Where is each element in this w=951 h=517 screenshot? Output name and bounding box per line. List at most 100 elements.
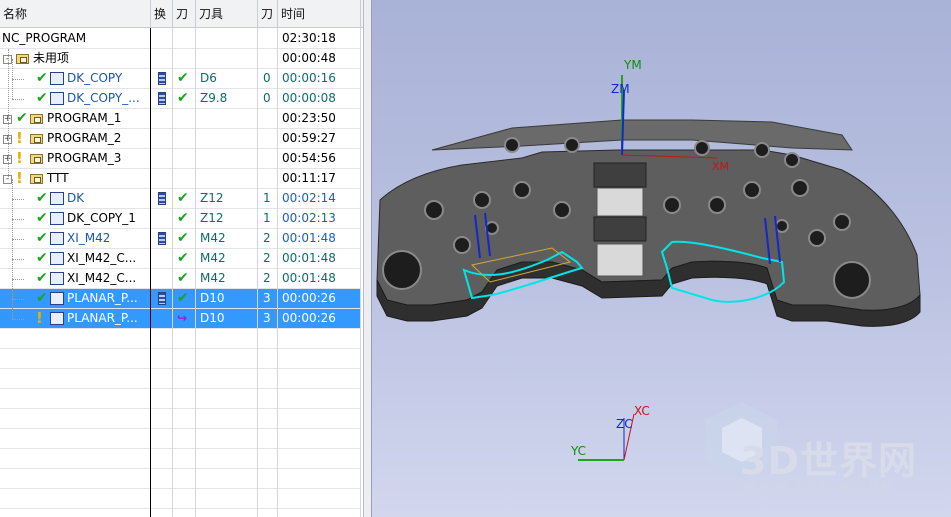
- tree-connector: [12, 239, 24, 240]
- col-tool-number[interactable]: 刀: [258, 0, 278, 28]
- row-name: PROGRAM_1: [47, 111, 122, 125]
- watermark-url: WWW.3DSJW.COM: [744, 480, 896, 493]
- toolpath-ok-icon: ✔: [177, 270, 189, 286]
- row-time: 00:02:14: [282, 191, 336, 205]
- row-tool: Z12: [200, 211, 224, 225]
- operation-row[interactable]: ! PLANAR_P... ↪ D10 3 00:00:26: [0, 309, 361, 329]
- row-tool-number: 3: [263, 311, 271, 325]
- toolpath-ok-icon: ✔: [177, 230, 189, 246]
- axis-label-ym: YM: [624, 58, 642, 72]
- operation-row[interactable]: ✔ DK_COPY_... ✔ Z9.8 0 00:00:08: [0, 89, 361, 109]
- root-row[interactable]: NC_PROGRAM 02:30:18: [0, 29, 361, 49]
- tool-change-icon: [158, 192, 166, 205]
- tree-connector: [8, 49, 9, 179]
- tree-connector: [12, 79, 24, 80]
- pane-splitter[interactable]: [363, 0, 372, 517]
- row-tool: D6: [200, 71, 217, 85]
- row-tool-number: 3: [263, 291, 271, 305]
- program-group-row[interactable]: -! TTT 00:11:17: [0, 169, 361, 189]
- status-complete-icon: ✔: [36, 250, 48, 266]
- axis-label-yc: YC: [571, 444, 587, 458]
- operation-type-icon: [50, 312, 64, 325]
- row-name: XI_M42_C...: [67, 251, 137, 265]
- status-complete-icon: ✔: [36, 290, 48, 306]
- empty-row: [0, 449, 361, 469]
- operation-row[interactable]: ✔ XI_M42_C... ✔ M42 2 00:01:48: [0, 249, 361, 269]
- operation-row[interactable]: ✔ XI_M42_C... ✔ M42 2 00:01:48: [0, 269, 361, 289]
- row-name: DK_COPY_...: [67, 91, 140, 105]
- program-group-row[interactable]: +! PROGRAM_3 00:54:56: [0, 149, 361, 169]
- tool-change-icon: [158, 292, 166, 305]
- program-folder-icon: [30, 134, 43, 144]
- tree-connector: [12, 319, 24, 320]
- row-name: DK_COPY_1: [67, 211, 136, 225]
- operation-row[interactable]: ✔ DK_COPY ✔ D6 0 00:00:16: [0, 69, 361, 89]
- row-name: XI_M42: [67, 231, 111, 245]
- row-time: 00:00:26: [282, 311, 336, 325]
- tool-change-icon: [158, 72, 166, 85]
- status-regenerate-icon: !: [16, 169, 23, 187]
- row-tool: D10: [200, 311, 225, 325]
- program-group-row[interactable]: - 未用项 00:00:48: [0, 49, 361, 69]
- row-tool-number: 0: [263, 91, 271, 105]
- row-name: PLANAR_P...: [67, 311, 138, 325]
- row-time: 00:00:26: [282, 291, 336, 305]
- col-tool-path[interactable]: 刀: [173, 0, 196, 28]
- tree-connector: [12, 259, 24, 260]
- part-model[interactable]: [376, 119, 921, 327]
- program-folder-icon: [16, 54, 29, 64]
- row-time: 00:59:27: [282, 131, 336, 145]
- row-name: DK_COPY: [67, 71, 123, 85]
- operation-type-icon: [50, 192, 64, 205]
- axis-label-xc: XC: [634, 404, 650, 418]
- row-tool: M42: [200, 231, 226, 245]
- col-name[interactable]: 名称: [0, 0, 151, 28]
- col-tool-change[interactable]: 换: [151, 0, 173, 28]
- graphics-viewport[interactable]: YM ZM XM XC ZC YC 3D世界网 WWW.3DSJW.COM: [372, 0, 951, 517]
- operation-row[interactable]: ✔ XI_M42 ✔ M42 2 00:01:48: [0, 229, 361, 249]
- operation-row[interactable]: ✔ DK ✔ Z12 1 00:02:14: [0, 189, 361, 209]
- status-complete-icon: ✔: [36, 270, 48, 286]
- toolpath-ok-icon: ✔: [177, 210, 189, 226]
- row-time: 00:01:48: [282, 251, 336, 265]
- operation-type-icon: [50, 232, 64, 245]
- status-regenerate-icon: !: [16, 129, 23, 147]
- operation-row[interactable]: ✔ DK_COPY_1 ✔ Z12 1 00:02:13: [0, 209, 361, 229]
- operation-type-icon: [50, 212, 64, 225]
- row-name: PROGRAM_3: [47, 151, 122, 165]
- toolpath-ok-icon: ✔: [177, 290, 189, 306]
- row-tool-number: 1: [263, 191, 271, 205]
- row-tool: M42: [200, 271, 226, 285]
- status-complete-icon: ✔: [36, 230, 48, 246]
- row-name: XI_M42_C...: [67, 271, 137, 285]
- tool-change-icon: [158, 92, 166, 105]
- row-name: DK: [67, 191, 85, 205]
- empty-row: [0, 469, 361, 489]
- row-name: PROGRAM_2: [47, 131, 122, 145]
- row-name: TTT: [47, 171, 69, 185]
- col-tool[interactable]: 刀具: [196, 0, 258, 28]
- empty-row: [0, 329, 361, 349]
- program-group-row[interactable]: + ✔ PROGRAM_1 00:23:50: [0, 109, 361, 129]
- status-complete-icon: ✔: [36, 90, 48, 106]
- row-time: 00:02:13: [282, 211, 336, 225]
- row-tool: M42: [200, 251, 226, 265]
- tree-connector: [12, 219, 24, 220]
- program-group-row[interactable]: +! PROGRAM_2 00:59:27: [0, 129, 361, 149]
- operation-row[interactable]: ✔ PLANAR_P... ✔ D10 3 00:00:26: [0, 289, 361, 309]
- row-time: 00:01:48: [282, 271, 336, 285]
- status-complete-icon: ✔: [36, 210, 48, 226]
- column-divider: [257, 28, 258, 517]
- empty-row: [0, 349, 361, 369]
- operation-type-icon: [50, 92, 64, 105]
- operation-navigator: 名称 换 刀 刀具 刀 时间 NC_PROGRAM 02:30:18- 未用项 00:…: [0, 0, 363, 517]
- row-tool-number: 2: [263, 251, 271, 265]
- row-time: 00:00:48: [282, 51, 336, 65]
- tree-connector: [12, 179, 13, 319]
- status-regenerate-icon: !: [36, 309, 43, 327]
- row-tool-number: 1: [263, 211, 271, 225]
- status-complete-icon: ✔: [36, 70, 48, 86]
- row-name: PLANAR_P...: [67, 291, 138, 305]
- tree-connector: [12, 99, 24, 100]
- col-time[interactable]: 时间: [278, 0, 361, 28]
